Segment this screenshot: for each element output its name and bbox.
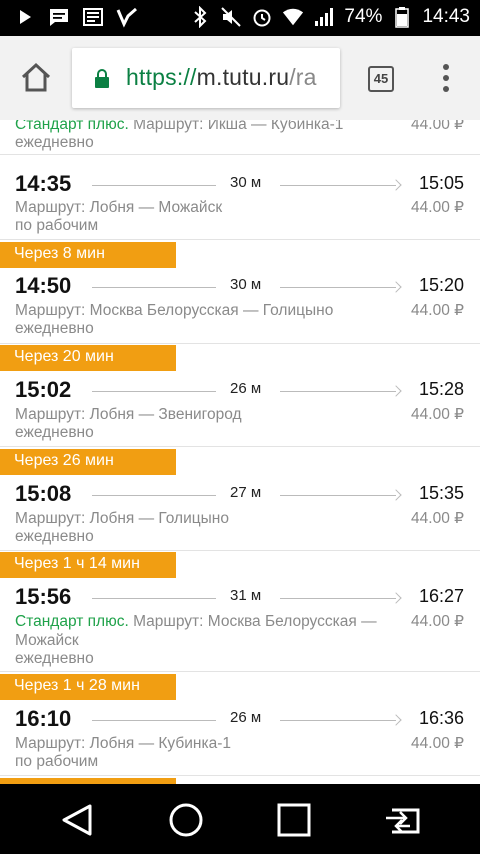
departure-countdown-badge: Через 26 мин [0,449,176,475]
arrow-icon [390,714,402,726]
departure-time: 15:08 [15,481,72,506]
check-icon [116,6,138,28]
duration: 26 м [230,709,262,726]
arrow-icon [390,179,402,191]
clock: 14:43 [422,6,470,27]
price: 44.00 ₽ [411,613,464,630]
price: 44.00 ₽ [411,510,464,527]
arrival-time: 15:20 [418,275,464,295]
route-text: Маршрут: Москва Белорусская — Голицыно [15,302,334,319]
route-text: Маршрут: Лобня — Можайск [15,199,223,216]
price: 44.00 ₽ [411,199,464,216]
route-text: Маршрут: Москва Белорусская — [133,613,377,630]
status-bar: 74% 14:43 [0,0,480,36]
train-row[interactable]: 14:50 30 м 15:20 Маршрут: Москва Белорус… [0,268,480,344]
price: 44.00 ₽ [411,735,464,752]
play-store-icon [14,6,36,28]
route-text: Маршрут: Лобня — Кубинка-1 [15,735,231,752]
arrow-icon [390,385,402,397]
signal-icon [313,6,335,28]
train-row[interactable]: 15:02 26 м 15:28 Маршрут: Лобня — Звениг… [0,371,480,447]
back-button[interactable] [58,800,98,840]
train-row[interactable]: 15:08 27 м 15:35 Маршрут: Лобня — Голицы… [0,475,480,551]
home-circle-icon [169,803,203,837]
days-text: ежедневно [15,424,94,441]
tab-switcher-button[interactable]: 45 [368,66,394,92]
battery-percent: 74% [344,6,383,27]
battery-icon [391,6,413,28]
news-icon [82,6,104,28]
arrow-icon [390,592,402,604]
browser-toolbar: https://m.tutu.ru/ra 45 [0,36,480,120]
home-nav-button[interactable] [166,800,206,840]
duration: 30 м [230,276,262,293]
days-text: ежедневно [15,650,94,667]
days-text: ежедневно [15,320,94,337]
arrival-time: 15:35 [418,483,464,503]
recents-icon [277,803,311,837]
departure-countdown-badge: Через 8 мин [0,242,176,268]
departure-countdown-badge: Через 1 ч 28 мин [0,674,176,700]
days-text: по рабочим [15,753,99,770]
screen-cast-button[interactable] [382,800,422,840]
url-host: m.tutu.ru [196,64,290,90]
alarm-icon [251,6,273,28]
duration: 30 м [230,174,262,191]
recents-button[interactable] [274,800,314,840]
departure-time: 16:10 [15,706,72,731]
price: 44.00 ₽ [411,406,464,423]
route-text-continued: Можайск [15,632,79,649]
train-row[interactable]: 14:35 30 м 15:05 Маршрут: Лобня — Можайс… [0,156,480,240]
departure-time: 14:50 [15,273,72,298]
train-row[interactable]: 15:56 31 м 16:27 Стандарт плюс. Маршрут:… [0,578,480,672]
train-row[interactable]: 16:10 26 м 16:36 Маршрут: Лобня — Кубинк… [0,700,480,776]
arrival-time: 15:28 [418,379,464,399]
price: 44.00 ₽ [411,120,464,133]
home-button[interactable] [18,60,54,96]
days-text: по рабочим [15,217,99,234]
departure-time: 15:02 [15,377,72,402]
back-icon [62,804,92,836]
route-text: Маршрут: Икша — Кубинка-1 [133,120,344,133]
departure-countdown-badge: Через 20 мин [0,345,176,371]
list-item[interactable]: Стандарт плюс. Маршрут: Икша — Кубинка-1… [0,120,480,155]
route-text: Маршрут: Лобня — Голицыно [15,510,229,527]
arrival-time: 16:36 [418,708,464,728]
mute-icon [220,6,242,28]
days-text: ежедневно [15,134,94,151]
days-text: ежедневно [15,528,94,545]
arrow-icon [390,489,402,501]
overflow-menu-button[interactable] [436,64,456,94]
standard-plus-label: Стандарт плюс. [15,120,129,133]
standard-plus-label: Стандарт плюс. [15,613,129,630]
home-icon [21,62,51,92]
duration: 31 м [230,587,262,604]
route-text: Маршрут: Лобня — Звенигород [15,406,242,423]
train-schedule-list: Стандарт плюс. Маршрут: Икша — Кубинка-1… [0,120,480,784]
arrival-time: 16:27 [418,586,464,606]
duration: 27 м [230,484,262,501]
duration: 26 м [230,380,262,397]
url-path: /ra [289,64,317,90]
departure-countdown-badge: Через 1 ч 14 мин [0,552,176,578]
url-bar[interactable]: https://m.tutu.ru/ra [72,48,340,108]
wifi-icon [282,6,304,28]
url-text: https://m.tutu.ru/ra [126,64,317,91]
price: 44.00 ₽ [411,302,464,319]
departure-time: 14:35 [15,171,72,196]
departure-time: 15:56 [15,584,72,609]
screen-cast-icon [386,808,420,834]
arrival-time: 15:05 [418,173,464,193]
url-scheme: https:// [126,64,197,90]
bluetooth-icon [189,6,211,28]
arrow-icon [390,281,402,293]
lock-icon [94,68,110,88]
navigation-bar [0,784,480,854]
message-icon [48,6,70,28]
